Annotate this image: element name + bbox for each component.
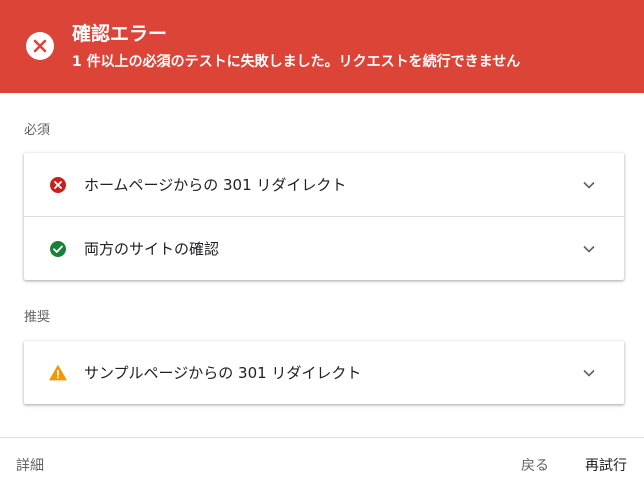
details-button[interactable]: 詳細: [16, 455, 44, 475]
test-row-label: ホームページからの 301 リダイレクト: [84, 176, 347, 194]
footer-divider: [0, 437, 644, 438]
chevron-down-icon[interactable]: [582, 177, 596, 191]
error-circle-icon: [49, 176, 67, 194]
section-label-required: 必須: [24, 123, 51, 138]
chevron-down-icon[interactable]: [582, 365, 596, 379]
error-x-icon: [26, 32, 54, 60]
test-row-label: サンプルページからの 301 リダイレクト: [84, 364, 362, 382]
test-row-homepage-redirect[interactable]: ホームページからの 301 リダイレクト: [24, 153, 624, 216]
retry-button[interactable]: 再試行: [585, 455, 627, 475]
banner-title: 確認エラー: [72, 23, 168, 45]
error-banner: 確認エラー 1 件以上の必須のテストに失敗しました。リクエストを続行できません: [0, 0, 644, 93]
recommended-tests-card: サンプルページからの 301 リダイレクト: [24, 341, 624, 404]
section-label-recommended: 推奨: [24, 310, 51, 325]
test-row-sample-page-redirect[interactable]: サンプルページからの 301 リダイレクト: [24, 341, 624, 404]
check-circle-icon: [49, 240, 67, 258]
test-row-site-verification[interactable]: 両方のサイトの確認: [24, 216, 624, 280]
banner-message: 1 件以上の必須のテストに失敗しました。リクエストを続行できません: [72, 54, 521, 70]
required-tests-card: ホームページからの 301 リダイレクト 両方のサイトの確認: [24, 153, 624, 280]
back-button[interactable]: 戻る: [521, 455, 549, 475]
chevron-down-icon[interactable]: [582, 241, 596, 255]
warning-triangle-icon: [49, 364, 67, 382]
test-row-label: 両方のサイトの確認: [84, 240, 220, 258]
